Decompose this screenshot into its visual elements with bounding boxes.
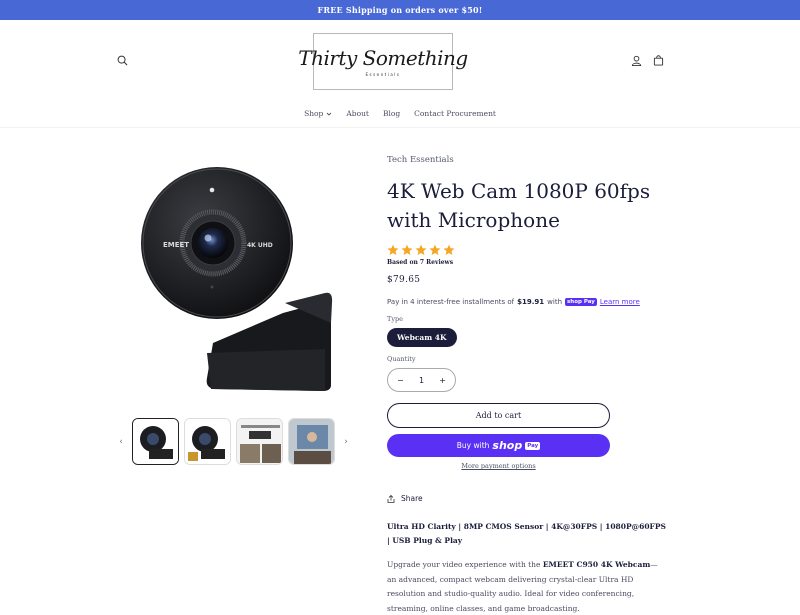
nav-item-shop[interactable]: Shop (304, 109, 332, 118)
shop-pay-badge: shop Pay (565, 298, 597, 306)
thumbnail-strip: ‹ › (115, 418, 352, 465)
add-to-cart-button[interactable]: Add to cart (387, 403, 610, 428)
share-button[interactable]: Share (387, 494, 667, 503)
camera-brand: EMEET (163, 241, 189, 249)
plus-icon[interactable]: + (439, 376, 446, 385)
star-icon (401, 244, 413, 255)
installment-amount: $19.91 (517, 298, 545, 306)
product-info: Tech Essentials 4K Web Cam 1080P 60fps w… (387, 155, 667, 615)
star-icon (415, 244, 427, 255)
chevron-down-icon (327, 112, 332, 116)
nav-label: Blog (382, 109, 401, 118)
product-price: $79.65 (387, 275, 421, 285)
main-nav: Shop About Blog Contact Procurement (0, 109, 800, 118)
nav-item-contact[interactable]: Contact Procurement (414, 109, 496, 118)
buy-with-text: Buy with (456, 441, 490, 450)
minus-icon[interactable]: − (397, 376, 404, 385)
desc-product-name: EMEET C950 4K Webcam (542, 560, 651, 569)
product-features: Ultra HD Clarity | 8MP CMOS Sensor | 4K@… (387, 522, 666, 545)
star-icon (443, 244, 455, 255)
nav-item-blog[interactable]: Blog (383, 109, 400, 118)
installments-with: with (547, 298, 563, 306)
nav-label: About (346, 109, 369, 118)
nav-label: Shop (304, 109, 324, 118)
desc-text: Upgrade your video experience with the (387, 560, 541, 569)
chevron-left-icon[interactable]: ‹ (115, 418, 127, 465)
star-rating[interactable] (387, 244, 667, 256)
share-label: Share (401, 494, 423, 503)
site-logo[interactable]: Thirty Something Essentials (298, 33, 468, 90)
product-title: 4K Web Cam 1080P 60fps with Microphone (387, 179, 651, 232)
product-vendor[interactable]: Tech Essentials (387, 155, 667, 165)
announcement-bar: FREE Shipping on orders over $50! (0, 0, 800, 20)
installments-text: Pay in 4 interest-free installments of (387, 298, 515, 306)
buy-with-shop-pay-button[interactable]: Buy with shop Pay (387, 434, 610, 457)
installments-info: Pay in 4 interest-free installments of $… (387, 298, 667, 306)
thumbnail-2[interactable] (184, 418, 231, 465)
logo-sub-text: Essentials (365, 72, 401, 77)
product-main-image[interactable]: EMEET 4K UHD (135, 163, 345, 395)
logo-main-text: Thirty Something (298, 46, 468, 70)
quantity-input[interactable]: 1 (419, 376, 424, 385)
site-header: Thirty Something Essentials Shop About B… (0, 20, 800, 128)
variant-option-webcam-4k[interactable]: Webcam 4K (387, 328, 457, 347)
review-count[interactable]: Based on 7 Reviews (387, 259, 667, 266)
star-icon (429, 244, 441, 255)
cart-icon[interactable] (649, 51, 667, 69)
camera-badge: 4K UHD (247, 242, 273, 249)
type-label: Type (387, 315, 404, 323)
star-icon (387, 244, 399, 255)
quantity-stepper: − 1 + (387, 368, 456, 392)
learn-more-link[interactable]: Learn more (600, 298, 640, 306)
search-icon[interactable] (113, 51, 131, 69)
more-payment-options-link[interactable]: More payment options (387, 462, 610, 470)
pay-pill: Pay (525, 441, 541, 450)
thumbnail-1[interactable] (132, 418, 179, 465)
product-description: Upgrade your video experience with the E… (387, 558, 667, 615)
share-icon (387, 494, 395, 503)
quantity-label: Quantity (387, 355, 416, 363)
thumbnail-3[interactable] (236, 418, 283, 465)
user-icon[interactable] (627, 51, 645, 69)
shop-logo: shop (492, 439, 523, 452)
chevron-right-icon[interactable]: › (340, 418, 352, 465)
nav-label: Contact Procurement (414, 109, 496, 118)
nav-item-about[interactable]: About (346, 109, 369, 118)
thumbnail-4[interactable] (288, 418, 335, 465)
